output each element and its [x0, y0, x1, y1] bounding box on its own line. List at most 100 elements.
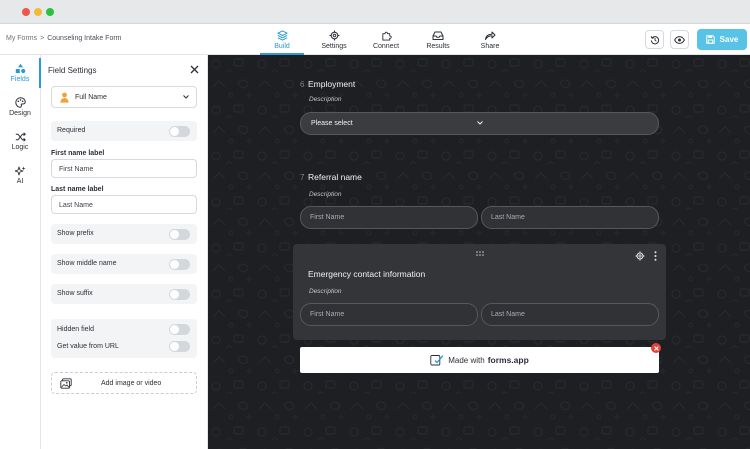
puzzle-icon [381, 30, 392, 41]
rail-item-logic[interactable]: Logic [0, 126, 40, 156]
tab-results[interactable]: Results [412, 24, 464, 55]
breadcrumb: My Forms > Counseling Intake Form [6, 35, 122, 42]
first-name-label-input[interactable]: First Name [51, 159, 197, 178]
show-suffix-row: Show suffix [51, 284, 197, 304]
breadcrumb-current: Counseling Intake Form [47, 35, 122, 42]
last-name-label-title: Last name label [51, 186, 104, 193]
url-value-row: Get value from URL [51, 338, 197, 355]
breadcrumb-root[interactable]: My Forms [6, 35, 37, 42]
referral-last-name-input[interactable]: Last Name [481, 206, 659, 229]
tab-connect[interactable]: Connect [360, 24, 412, 55]
save-button[interactable]: Save [697, 29, 747, 50]
rail-fields-label: Fields [10, 76, 30, 83]
gear-icon [329, 30, 340, 41]
rail-item-design[interactable]: Design [0, 92, 40, 122]
show-middle-name-toggle[interactable] [169, 259, 190, 270]
field-type-value: Full Name [75, 94, 107, 101]
tab-results-label: Results [426, 42, 450, 50]
chevron-down-icon [311, 121, 649, 125]
show-middle-name-row: Show middle name [51, 254, 197, 274]
show-prefix-toggle[interactable] [169, 229, 190, 240]
more-options-icon[interactable] [654, 251, 657, 261]
required-label: Required [57, 127, 86, 134]
required-row: Required [51, 121, 197, 141]
question-description[interactable]: Description [309, 96, 342, 103]
tab-settings-label: Settings [321, 42, 347, 50]
form-canvas: 6 Employment Description Please select 7… [208, 55, 750, 449]
close-panel-button[interactable] [190, 65, 200, 75]
brand-name: forms.app [487, 355, 529, 365]
field-settings-panel: Field Settings Full Name Required First … [41, 55, 208, 449]
show-suffix-toggle[interactable] [169, 289, 190, 300]
last-name-label-value: Last Name [59, 202, 93, 209]
employment-select[interactable]: Please select [300, 112, 659, 135]
question-title-referral-name[interactable]: Referral name [308, 172, 362, 182]
visibility-options-group: Hidden field Get value from URL [51, 319, 197, 358]
panel-title: Field Settings [48, 66, 97, 75]
question-title-employment[interactable]: Employment [308, 79, 355, 89]
add-image-video-button[interactable]: Add image or video [51, 372, 197, 394]
question-description[interactable]: Description [309, 191, 342, 198]
share-arrow-icon [484, 30, 496, 41]
hidden-field-row: Hidden field [51, 321, 197, 338]
last-name-label-input[interactable]: Last Name [51, 195, 197, 214]
made-with-text: Made with [448, 355, 485, 365]
question-title-emergency-contact[interactable]: Emergency contact information [308, 269, 425, 279]
rail-ai-label: AI [16, 177, 24, 185]
history-button[interactable] [645, 30, 664, 49]
fields-shapes-icon [15, 63, 26, 74]
close-icon [190, 65, 199, 74]
referral-last-name-placeholder: Last Name [491, 214, 525, 221]
rail-design-label: Design [9, 110, 31, 117]
tab-settings[interactable]: Settings [308, 24, 360, 55]
emergency-first-name-placeholder: First Name [310, 311, 345, 318]
floppy-disk-icon [705, 35, 715, 44]
build-stack-icon [276, 29, 288, 41]
tab-share-label: Share [480, 42, 500, 50]
show-prefix-label: Show prefix [57, 230, 94, 237]
maximize-window-dot[interactable] [46, 8, 54, 16]
remove-branding-button[interactable] [651, 343, 661, 353]
left-rail: Fields Design Logic AI [0, 55, 41, 449]
eye-icon [674, 35, 685, 44]
hidden-field-toggle[interactable] [169, 324, 190, 335]
rail-item-ai[interactable]: AI [0, 160, 40, 190]
referral-first-name-placeholder: First Name [310, 214, 345, 221]
tab-share[interactable]: Share [464, 24, 516, 55]
made-with-branding[interactable]: Made with forms.app [300, 347, 659, 373]
tab-build[interactable]: Build [256, 24, 308, 55]
referral-first-name-input[interactable]: First Name [300, 206, 478, 229]
add-image-video-label: Add image or video [101, 380, 162, 387]
window-titlebar [0, 0, 750, 24]
sparkle-icon [14, 166, 26, 176]
required-toggle[interactable] [169, 126, 190, 137]
preview-button[interactable] [670, 30, 689, 49]
rail-logic-label: Logic [11, 143, 29, 151]
drag-handle-icon[interactable] [476, 251, 484, 256]
main-nav-tabs: Build Settings Connect Results Share [256, 24, 516, 55]
first-name-label-title: First name label [51, 150, 105, 157]
question-description[interactable]: Description [309, 288, 342, 295]
minimize-window-dot[interactable] [34, 8, 42, 16]
hidden-field-label: Hidden field [57, 326, 94, 333]
question-number: 6 [300, 80, 305, 89]
emergency-first-name-input[interactable]: First Name [300, 303, 478, 326]
tab-connect-label: Connect [372, 42, 400, 50]
top-bar: My Forms > Counseling Intake Form Build Se… [0, 24, 750, 55]
inbox-icon [432, 30, 444, 41]
field-type-select[interactable]: Full Name [51, 86, 197, 108]
image-icon [60, 378, 72, 389]
question-settings-gear-icon[interactable] [635, 251, 645, 261]
url-value-toggle[interactable] [169, 341, 190, 352]
tab-build-label: Build [274, 42, 290, 50]
rail-item-fields[interactable]: Fields [0, 58, 41, 88]
emergency-last-name-input[interactable]: Last Name [481, 303, 659, 326]
forms-app-logo-icon [430, 354, 444, 366]
show-suffix-label: Show suffix [57, 290, 93, 297]
question-number: 7 [300, 173, 305, 182]
show-prefix-row: Show prefix [51, 224, 197, 244]
person-icon [60, 92, 69, 103]
history-icon [650, 35, 660, 45]
breadcrumb-separator: > [40, 35, 45, 42]
close-window-dot[interactable] [22, 8, 30, 16]
